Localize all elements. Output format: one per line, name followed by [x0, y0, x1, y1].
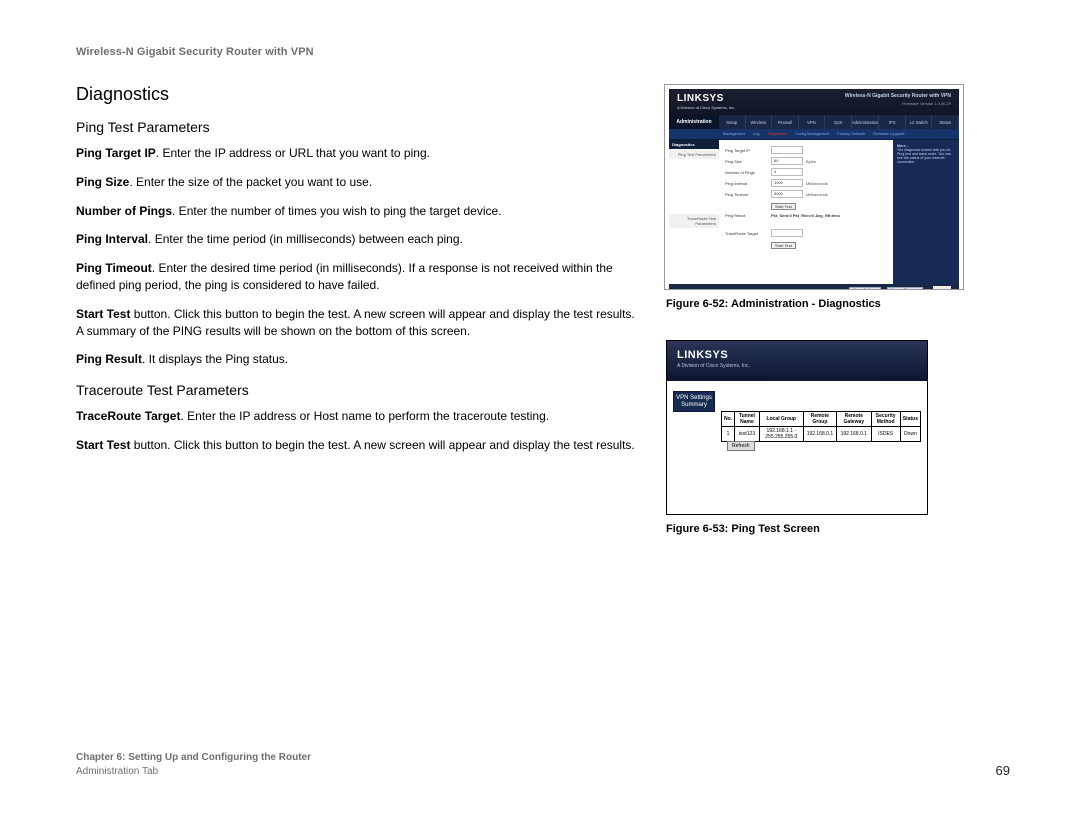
side-summary: Summary — [681, 402, 707, 408]
bottom-bar: Save Settings Cancel Changes — [669, 284, 959, 290]
start-test-button-2[interactable]: Start Test — [771, 242, 796, 249]
device-title: Wireless-N Gigabit Security Router with … — [845, 93, 951, 99]
val-ping-result: Pkt_Sent:0 Pkt_Recv:0 Avg_Rtt:0ms — [771, 213, 840, 218]
unit-bytes: Bytes — [806, 159, 816, 164]
para-ping-size: Ping Size. Enter the size of the packet … — [76, 174, 636, 191]
lbl-ping-interval: Ping Interval — [725, 181, 771, 186]
content-column: Diagnostics Ping Test Parameters Ping Ta… — [76, 84, 636, 565]
subtab-config[interactable]: Config Management — [791, 129, 833, 139]
help-text: The diagnostic screen lets you do Ping t… — [897, 148, 951, 164]
section-traceroute-title: Traceroute Test Parameters — [76, 382, 636, 398]
page-number: 69 — [996, 763, 1010, 778]
input-ping-timeout[interactable]: 5000 — [771, 190, 803, 198]
figure-6-53-caption: Figure 6-53: Ping Test Screen — [666, 523, 974, 535]
logo-subtitle-2: A Division of Cisco Systems, Inc. — [677, 363, 750, 369]
sub-tabs: Management Log Diagnostics Config Manage… — [669, 129, 959, 140]
tab-qos[interactable]: QoS — [825, 115, 852, 129]
unit-ms1: Milliseconds — [806, 181, 828, 186]
input-num-pings[interactable]: 3 — [771, 168, 803, 176]
para-ping-target: Ping Target IP. Enter the IP address or … — [76, 145, 636, 162]
th-remotegw: Remote Gateway — [837, 412, 872, 427]
para-tr-target: TraceRoute Target. Enter the IP address … — [76, 408, 636, 425]
refresh-button[interactable]: Refresh — [727, 441, 755, 451]
logo-subtitle: A Division of Cisco Systems, Inc. — [677, 105, 735, 110]
side-tr-params: TraceRoute Test Parameters — [669, 214, 719, 228]
th-status: Status — [900, 412, 920, 427]
top-tabs: Setup Wireless Firewall VPN QoS Administ… — [719, 115, 959, 129]
input-ping-size[interactable]: 60 — [771, 157, 803, 165]
para-ping-interval: Ping Interval. Enter the time period (in… — [76, 231, 636, 248]
para-ping-timeout: Ping Timeout. Enter the desired time per… — [76, 260, 636, 294]
table-row: 1 test123 192.168.1.1 - 255.255.255.0 19… — [722, 427, 921, 442]
side-labels: Diagnostics Ping Test Parameters TraceRo… — [669, 140, 719, 284]
linksys-logo-2: LINKSYS — [677, 349, 728, 361]
vpn-table: No. Tunnel Name Local Group Remote Group… — [721, 411, 921, 442]
tab-wireless[interactable]: Wireless — [746, 115, 773, 129]
para-num-pings: Number of Pings. Enter the number of tim… — [76, 203, 636, 220]
side-vpn-settings: VPN Settings — [676, 395, 712, 401]
linksys-logo: LINKSYS — [677, 93, 724, 104]
doc-header: Wireless-N Gigabit Security Router with … — [76, 46, 1010, 58]
subtab-factory[interactable]: Factory Defaults — [833, 129, 869, 139]
help-panel: More... The diagnostic screen lets you d… — [893, 140, 959, 284]
vpn-side-block: VPN Settings Summary — [673, 391, 715, 412]
tab-ips[interactable]: IPS — [879, 115, 906, 129]
para-start-test: Start Test button. Click this button to … — [76, 306, 636, 340]
figures-column: LINKSYS A Division of Cisco Systems, Inc… — [664, 84, 974, 565]
start-test-button[interactable]: Start Test — [771, 203, 796, 210]
tab-status[interactable]: Status — [932, 115, 959, 129]
lbl-ping-size: Ping Size — [725, 159, 771, 164]
input-ping-target[interactable] — [771, 146, 803, 154]
side-ping-params: Ping Test Parameters — [669, 150, 719, 159]
th-remotegroup: Remote Group — [803, 412, 836, 427]
lbl-tr-target: TraceRoute Target — [725, 231, 771, 236]
section-ping-title: Ping Test Parameters — [76, 119, 636, 135]
figure-6-52-caption: Figure 6-52: Administration - Diagnostic… — [666, 298, 974, 310]
para-ping-result: Ping Result. It displays the Ping status… — [76, 351, 636, 368]
admin-label: Administration — [669, 115, 719, 129]
input-ping-interval[interactable]: 1000 — [771, 179, 803, 187]
subtab-firmware[interactable]: Firmware Upgrade — [869, 129, 908, 139]
side-diagnostics: Diagnostics — [669, 140, 719, 149]
para-tr-start: Start Test button. Click this button to … — [76, 437, 636, 454]
save-settings-button[interactable]: Save Settings — [849, 287, 880, 290]
figure-6-52: LINKSYS A Division of Cisco Systems, Inc… — [664, 84, 964, 290]
th-no: No. — [722, 412, 735, 427]
subtab-diagnostics[interactable]: Diagnostics — [764, 129, 792, 139]
firmware-label: Firmware Version 1.0.00.29 — [902, 101, 951, 106]
lbl-ping-timeout: Ping Timeout — [725, 192, 771, 197]
footer-tab: Administration Tab — [76, 766, 158, 777]
tab-l2switch[interactable]: L2 Switch — [906, 115, 933, 129]
cisco-logo — [933, 286, 951, 290]
th-localgroup: Local Group — [759, 412, 803, 427]
lbl-num-pings: Number of Pings — [725, 170, 771, 175]
page-title: Diagnostics — [76, 84, 636, 105]
figure-6-53: LINKSYS A Division of Cisco Systems, Inc… — [666, 340, 928, 515]
tab-setup[interactable]: Setup — [719, 115, 746, 129]
footer-chapter: Chapter 6: Setting Up and Configuring th… — [76, 752, 311, 763]
tab-administration[interactable]: Administration — [852, 115, 880, 129]
cancel-changes-button[interactable]: Cancel Changes — [887, 287, 923, 290]
lbl-ping-target: Ping Target IP — [725, 148, 771, 153]
tab-vpn[interactable]: VPN — [799, 115, 826, 129]
lbl-ping-result: Ping Result — [725, 213, 771, 218]
form-area: Ping Target IP Ping Size60Bytes Number o… — [719, 140, 893, 284]
subtab-log[interactable]: Log — [749, 129, 763, 139]
input-tr-target[interactable] — [771, 229, 803, 237]
tab-firewall[interactable]: Firewall — [772, 115, 799, 129]
th-tunnel: Tunnel Name — [735, 412, 760, 427]
th-security: Security Method — [871, 412, 900, 427]
subtab-management[interactable]: Management — [719, 129, 749, 139]
unit-ms2: Milliseconds — [806, 192, 828, 197]
page-footer: Chapter 6: Setting Up and Configuring th… — [76, 751, 1010, 778]
